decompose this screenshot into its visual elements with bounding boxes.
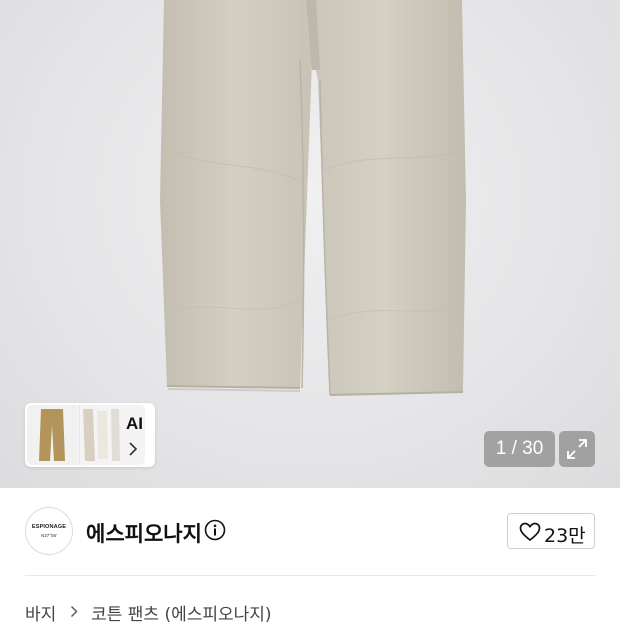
heart-icon [519,522,541,546]
brand-logo-text: ESPIONAGE [31,524,67,530]
image-counter: 1 / 30 [484,431,555,467]
expand-button[interactable] [559,431,595,467]
breadcrumb-product: 코튼 팬츠 (에스피오나지) [91,605,272,625]
ai-label: AI [126,414,143,433]
brand-name[interactable]: 에스피오나지 [86,518,202,548]
divider [25,575,595,576]
product-image-gallery[interactable]: AI 1 / 30 [0,0,620,488]
breadcrumb-category[interactable]: 바지 [25,605,56,625]
breadcrumb: 바지 코튼 팬츠 (에스피오나지) [25,600,272,625]
brand-logo[interactable]: ESPIONAGE N37°56' [25,507,73,555]
expand-icon [567,439,587,459]
ai-styling-button[interactable]: AI [25,403,155,467]
brand-logo-subtext: N37°56' [41,533,57,538]
chevron-right-icon [128,441,138,461]
like-button[interactable]: 23만 [507,513,595,549]
info-icon[interactable] [204,519,226,545]
like-count: 23만 [544,525,586,547]
